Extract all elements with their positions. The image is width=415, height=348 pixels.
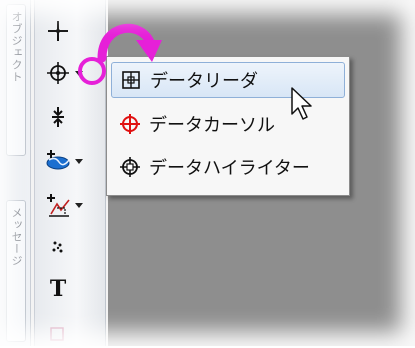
scale-icon	[45, 104, 71, 130]
scatter-tool-button[interactable]	[45, 232, 89, 262]
mouse-pointer-icon	[291, 87, 312, 120]
menu-item-label: データカーソル	[149, 115, 275, 136]
left-tab-lower-label: メッセージ	[10, 207, 23, 267]
pen-icon	[45, 320, 71, 346]
chevron-down-icon[interactable]	[75, 202, 83, 208]
text-tool-button[interactable]: T	[45, 274, 89, 304]
curved-arrow-icon	[97, 23, 162, 63]
menu-item-data-highlighter[interactable]: データハイライター	[111, 150, 343, 184]
chevron-down-icon[interactable]	[75, 158, 83, 164]
crosshair-icon	[45, 18, 71, 44]
region-select-tool-button[interactable]	[45, 146, 89, 176]
text-icon: T	[45, 276, 71, 302]
crosshair-tool-button[interactable]	[45, 16, 89, 46]
left-panel: オブジェクト メッセージ	[0, 0, 31, 346]
mask-tool-button[interactable]	[45, 190, 89, 220]
left-tab-lower[interactable]: メッセージ	[6, 200, 26, 342]
screenshot-frame: オブジェクト メッセージ T データリーダ データカーソル データハイライター	[0, 0, 415, 346]
left-tab-upper-label: オブジェクト	[10, 11, 23, 83]
pen-tool-button[interactable]	[45, 318, 89, 348]
data-reader-dropdown-menu: データリーダ データカーソル データハイライター	[106, 56, 350, 196]
data-cursor-icon	[117, 111, 143, 137]
data-highlighter-icon	[117, 154, 143, 180]
text-tool-label: T	[49, 276, 67, 302]
menu-item-label: データハイライター	[149, 158, 310, 179]
left-tab-upper[interactable]: オブジェクト	[6, 4, 26, 156]
data-reader-icon	[45, 60, 71, 86]
scale-tool-button[interactable]	[45, 102, 89, 132]
scatter-icon	[45, 234, 71, 260]
mask-icon	[45, 192, 71, 218]
menu-item-label: データリーダ	[150, 71, 258, 92]
region-icon	[45, 148, 71, 174]
